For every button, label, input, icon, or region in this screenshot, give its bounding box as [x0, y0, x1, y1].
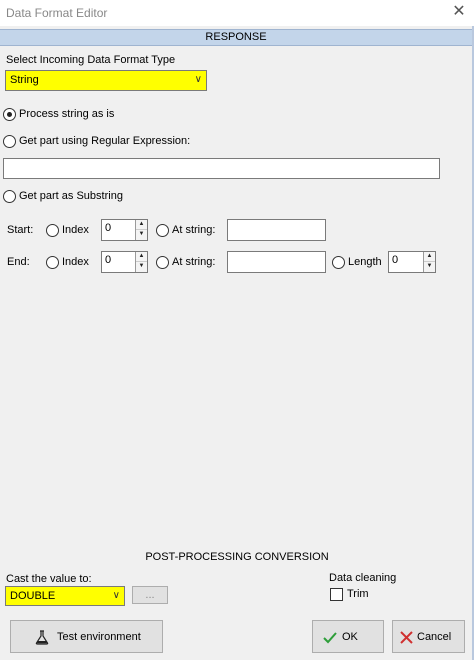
end-label: End: — [7, 256, 30, 268]
test-environment-label: Test environment — [57, 631, 141, 643]
substring-label: Get part as Substring — [19, 190, 123, 202]
chevron-down-icon: ∨ — [194, 74, 202, 85]
cast-value: DOUBLE — [10, 590, 56, 602]
start-label: Start: — [7, 224, 34, 236]
end-index-stepper[interactable]: 0 ▲ ▼ — [101, 251, 148, 273]
chevron-down-icon: ∨ — [112, 590, 120, 601]
checkmark-icon — [323, 632, 337, 644]
spin-up-icon[interactable]: ▲ — [136, 220, 147, 230]
cast-label: Cast the value to: — [6, 573, 92, 585]
substring-radio[interactable] — [3, 190, 16, 203]
regex-radio[interactable] — [3, 135, 16, 148]
end-index-label: Index — [62, 256, 89, 268]
close-icon[interactable]: ✕ — [448, 2, 470, 22]
data-cleaning-label: Data cleaning — [329, 572, 397, 584]
process-as-is-radio[interactable] — [3, 108, 16, 121]
start-at-string-label: At string: — [172, 224, 216, 236]
spin-down-icon[interactable]: ▼ — [136, 230, 147, 240]
cancel-x-icon — [400, 631, 413, 644]
format-type-value: String — [10, 74, 39, 86]
cancel-button[interactable]: Cancel — [392, 620, 465, 653]
cast-select[interactable]: DOUBLE ∨ — [5, 586, 125, 606]
end-index-radio[interactable] — [46, 256, 59, 269]
end-index-spin-buttons[interactable]: ▲ ▼ — [135, 252, 147, 272]
start-at-string-input[interactable] — [227, 219, 326, 241]
trim-label: Trim — [347, 588, 369, 600]
ok-label: OK — [342, 631, 358, 643]
start-index-value: 0 — [105, 222, 112, 234]
start-at-string-radio[interactable] — [156, 224, 169, 237]
window-title: Data Format Editor — [6, 6, 108, 20]
start-index-radio[interactable] — [46, 224, 59, 237]
trim-checkbox[interactable] — [330, 588, 343, 601]
ok-button[interactable]: OK — [312, 620, 384, 653]
end-at-string-label: At string: — [172, 256, 216, 268]
format-type-label: Select Incoming Data Format Type — [6, 54, 176, 66]
end-at-string-radio[interactable] — [156, 256, 169, 269]
length-value: 0 — [392, 254, 399, 266]
length-stepper[interactable]: 0 ▲ ▼ — [388, 251, 436, 273]
start-index-stepper[interactable]: 0 ▲ ▼ — [101, 219, 148, 241]
spin-down-icon[interactable]: ▼ — [424, 262, 435, 272]
test-environment-button[interactable]: Test environment — [10, 620, 163, 653]
regex-label: Get part using Regular Expression: — [19, 135, 191, 147]
spin-down-icon[interactable]: ▼ — [136, 262, 147, 272]
spin-up-icon[interactable]: ▲ — [424, 252, 435, 262]
process-as-is-label: Process string as is — [19, 108, 115, 120]
regex-input[interactable] — [3, 158, 440, 179]
flask-icon — [35, 630, 49, 645]
start-index-label: Index — [62, 224, 89, 236]
start-index-spin-buttons[interactable]: ▲ ▼ — [135, 220, 147, 240]
spin-up-icon[interactable]: ▲ — [136, 252, 147, 262]
format-type-select[interactable]: String ∨ — [5, 70, 207, 91]
section-header-response: RESPONSE — [0, 29, 472, 46]
end-index-value: 0 — [105, 254, 112, 266]
length-spin-buttons[interactable]: ▲ ▼ — [423, 252, 435, 272]
length-label: Length — [348, 256, 382, 268]
cancel-label: Cancel — [417, 631, 452, 643]
post-processing-title: POST-PROCESSING CONVERSION — [145, 551, 329, 563]
end-at-string-input[interactable] — [227, 251, 326, 273]
ellipsis-button[interactable]: ... — [132, 586, 168, 604]
length-radio[interactable] — [332, 256, 345, 269]
